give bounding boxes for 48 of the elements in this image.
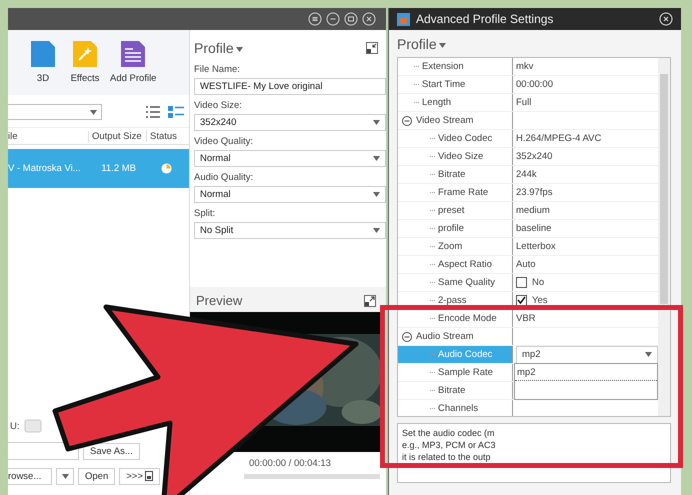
- group-name: Video Stream: [398, 112, 513, 129]
- property-value: Auto: [516, 259, 536, 270]
- property-name: Sample Rate: [438, 367, 493, 378]
- preview-title: Preview: [196, 293, 242, 308]
- property-name: profile: [438, 223, 464, 234]
- field-label: Split:: [194, 208, 216, 219]
- property-name: Frame Rate: [438, 187, 488, 198]
- property-name: Length: [422, 97, 452, 108]
- description-text: Set the audio codec (m: [402, 427, 496, 439]
- property-name: Same Quality: [438, 277, 496, 288]
- property-value: 00:00:00: [516, 79, 553, 90]
- property-name: Extension: [422, 61, 464, 72]
- property-value: 352x240: [516, 151, 552, 162]
- description-text: it is related to the outp: [402, 451, 492, 463]
- property-name: Audio Codec: [438, 349, 492, 360]
- property-value: VBR: [516, 313, 536, 324]
- property-value: mkv: [516, 61, 534, 72]
- property-value: Yes: [532, 295, 548, 306]
- table-cell-text: V - Matroska Vi...: [8, 163, 82, 174]
- property-value: No: [532, 277, 544, 288]
- property-value: 23.97fps: [516, 187, 552, 198]
- group-name: Audio Stream: [398, 328, 513, 345]
- property-value: baseline: [516, 223, 552, 234]
- field-label: Video Quality:: [194, 136, 254, 147]
- property-name: Video Size: [438, 151, 484, 162]
- gpu-label: U:: [9, 420, 20, 432]
- playback-time: 00:00:00 / 00:04:13: [248, 458, 332, 469]
- property-value: 244k: [516, 169, 537, 180]
- property-name: Aspect Ratio: [438, 259, 492, 270]
- property-name: Bitrate: [438, 169, 466, 180]
- field-label: Video Size:: [194, 100, 243, 111]
- property-name: Video Codec: [438, 133, 492, 144]
- table-cell-text: 11.2 MB: [100, 163, 137, 174]
- property-value: H.264/MPEG-4 AVC: [516, 133, 602, 144]
- property-name: Encode Mode: [438, 313, 497, 324]
- property-value: Full: [516, 97, 532, 108]
- field-label: File Name:: [194, 64, 241, 75]
- window-title: Advanced Profile Settings: [416, 12, 554, 26]
- field-label: Audio Quality:: [194, 172, 254, 183]
- property-value: Letterbox: [516, 241, 556, 252]
- property-name: Bitrate: [438, 385, 466, 396]
- description-text: e.g., MP3, PCM or AC3: [402, 439, 497, 451]
- property-name: preset: [438, 205, 464, 216]
- property-value: medium: [516, 205, 550, 216]
- property-name: 2-pass: [438, 295, 467, 306]
- property-name: Channels: [438, 403, 478, 414]
- property-name: Zoom: [438, 241, 462, 252]
- property-name: Start Time: [422, 79, 466, 90]
